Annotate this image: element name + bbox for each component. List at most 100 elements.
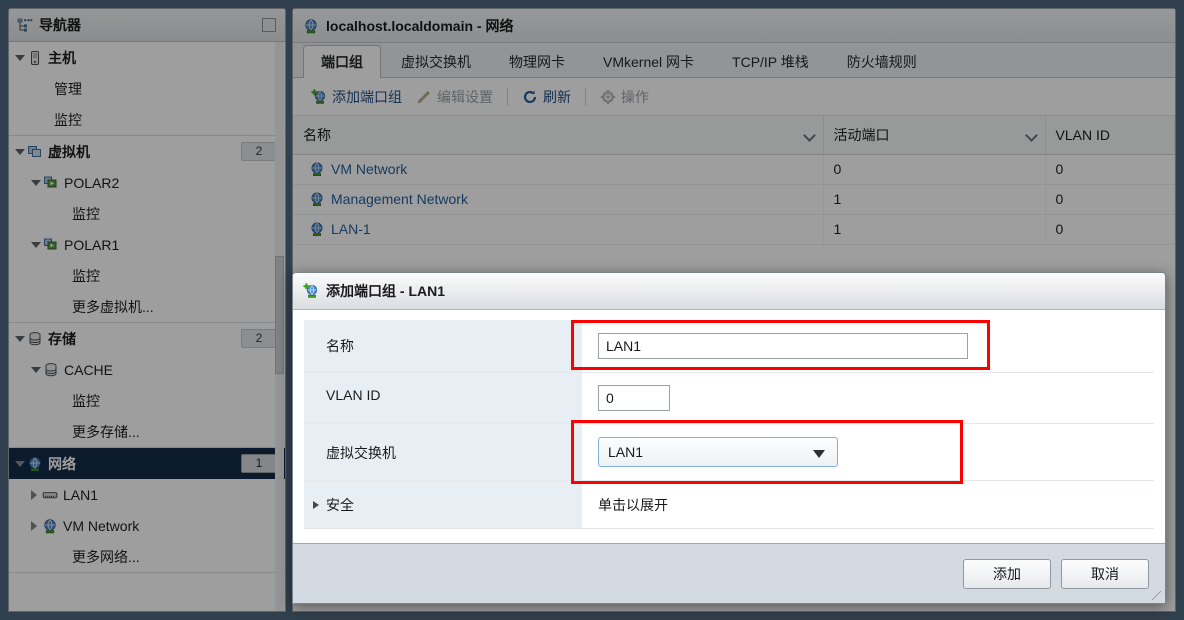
form-row-security[interactable]: 安全 单击以展开 (304, 481, 1154, 529)
vlan-id-input[interactable] (598, 385, 670, 411)
value-security[interactable]: 单击以展开 (582, 481, 1154, 528)
tab-virtual-switches[interactable]: 虚拟交换机 (383, 46, 489, 77)
table-row[interactable]: Management Network 1 0 (293, 184, 1175, 215)
cell-vlan-id: 0 (1045, 154, 1175, 185)
virtual-switch-selected-value: LAN1 (608, 444, 644, 460)
virtual-switch-select[interactable]: LAN1 (598, 437, 838, 467)
name-input[interactable] (598, 333, 968, 359)
navigator-section-storage: 存储 2 CACHE 监控 更多存储... (9, 323, 285, 448)
cell-name-label: VM Network (331, 161, 408, 177)
sidebar-item-more-networks[interactable]: 更多网络... (9, 541, 285, 572)
table-row[interactable]: LAN-1 1 0 (293, 214, 1175, 245)
chevron-down-icon[interactable] (15, 335, 25, 342)
column-header-active-ports[interactable]: 活动端口 (823, 116, 1046, 155)
add-button[interactable]: 添加 (963, 558, 1051, 589)
chevron-down-icon[interactable] (31, 179, 41, 186)
toolbar-separator (585, 87, 586, 106)
tab-port-groups[interactable]: 端口组 (303, 45, 381, 78)
tab-tcpip-stacks[interactable]: TCP/IP 堆栈 (714, 46, 827, 77)
cell-name[interactable]: VM Network (293, 154, 824, 185)
form-row-vlan: VLAN ID (304, 373, 1154, 424)
sidebar-item-monitor-polar2[interactable]: 监控 (9, 198, 285, 229)
vm-group-icon (27, 144, 43, 160)
network-icon (309, 191, 325, 207)
cell-active-ports: 1 (823, 214, 1046, 245)
sidebar-item-more-storage[interactable]: 更多存储... (9, 416, 285, 447)
network-icon (309, 221, 325, 237)
resize-grip-icon[interactable] (1152, 591, 1161, 600)
vm-icon (43, 237, 59, 253)
sidebar-item-cache[interactable]: CACHE (9, 354, 285, 385)
form-row-vswitch: 虚拟交换机 LAN1 (304, 424, 1154, 481)
port-groups-table: 名称 活动端口 VLAN ID VM Network 0 0 Managemen… (293, 116, 1175, 245)
sidebar-item-host[interactable]: 主机 (9, 42, 285, 73)
edit-settings-button[interactable]: 编辑设置 (416, 87, 493, 107)
refresh-button[interactable]: 刷新 (522, 87, 571, 107)
sidebar-item-more-vms[interactable]: 更多虚拟机... (9, 291, 285, 322)
add-port-group-dialog: 添加端口组 - LAN1 名称 VLAN ID 虚拟交换机 LAN1 (292, 272, 1166, 604)
chevron-right-icon[interactable] (31, 489, 37, 500)
cell-active-ports: 1 (823, 184, 1046, 215)
tab-firewall-rules[interactable]: 防火墙规则 (829, 46, 935, 77)
vm-icon (43, 175, 59, 191)
cell-name-label: LAN-1 (331, 221, 371, 237)
label-virtual-switch: 虚拟交换机 (304, 424, 582, 480)
cell-name[interactable]: Management Network (293, 184, 824, 215)
sidebar-item-storage[interactable]: 存储 2 (9, 323, 285, 354)
actions-button[interactable]: 操作 (600, 87, 649, 107)
cell-active-ports: 0 (823, 154, 1046, 185)
dialog-title-bar[interactable]: 添加端口组 - LAN1 (293, 273, 1165, 310)
navigator-panel: 导航器 主机 管理 监控 虚拟机 2 POLAR2 监控 POLAR1 监控 更… (8, 8, 286, 612)
storage-icon (27, 331, 43, 347)
chevron-right-icon[interactable] (31, 520, 37, 531)
sidebar-item-monitor-cache[interactable]: 监控 (9, 385, 285, 416)
sidebar-item-label: 虚拟机 (48, 143, 90, 160)
security-expand-hint: 单击以展开 (598, 496, 668, 513)
sidebar-item-network[interactable]: 网络 1 (9, 448, 285, 479)
network-icon (309, 161, 325, 177)
dialog-body: 名称 VLAN ID 虚拟交换机 LAN1 (293, 310, 1165, 529)
network-icon (27, 456, 43, 472)
cell-vlan-id: 0 (1045, 214, 1175, 245)
actions-label: 操作 (621, 88, 649, 105)
action-toolbar: 添加端口组 编辑设置 刷新 操作 (293, 78, 1175, 116)
chevron-down-icon[interactable] (31, 241, 41, 248)
chevron-down-icon[interactable] (802, 129, 816, 142)
table-header-row: 名称 活动端口 VLAN ID (293, 116, 1175, 155)
tab-physical-nics[interactable]: 物理网卡 (491, 46, 583, 77)
add-portgroup-icon (303, 283, 319, 299)
sidebar-item-vm-network[interactable]: VM Network (9, 510, 285, 541)
sidebar-item-monitor-polar1[interactable]: 监控 (9, 260, 285, 291)
sidebar-item-polar2[interactable]: POLAR2 (9, 167, 285, 198)
chevron-down-icon[interactable] (813, 450, 825, 458)
column-header-name[interactable]: 名称 (293, 116, 824, 155)
chevron-down-icon[interactable] (1024, 129, 1038, 142)
cancel-button[interactable]: 取消 (1061, 558, 1149, 589)
sidebar-item-label: 管理 (54, 80, 82, 97)
sidebar-item-label: 主机 (48, 49, 76, 66)
navigator-section-vms: 虚拟机 2 POLAR2 监控 POLAR1 监控 更多虚拟机... (9, 136, 285, 323)
sidebar-item-virtual-machines[interactable]: 虚拟机 2 (9, 136, 285, 167)
chevron-down-icon[interactable] (15, 148, 25, 155)
table-row[interactable]: VM Network 0 0 (293, 154, 1175, 185)
add-port-group-button[interactable]: 添加端口组 (311, 87, 402, 107)
add-port-group-label: 添加端口组 (332, 88, 402, 105)
sidebar-item-lan1[interactable]: LAN1 (9, 479, 285, 510)
label-name: 名称 (304, 320, 582, 372)
sidebar-item-manage[interactable]: 管理 (9, 73, 285, 104)
chevron-right-icon[interactable] (313, 501, 319, 509)
collapse-panel-icon[interactable] (262, 18, 276, 32)
tab-vmkernel-nics[interactable]: VMkernel 网卡 (585, 46, 712, 77)
navigator-scrollbar[interactable] (275, 42, 284, 611)
chevron-down-icon[interactable] (31, 366, 41, 373)
chevron-down-icon[interactable] (15, 460, 25, 467)
sidebar-item-polar1[interactable]: POLAR1 (9, 229, 285, 260)
navigator-scrollbar-thumb[interactable] (275, 256, 284, 374)
chevron-down-icon[interactable] (15, 54, 25, 61)
gear-icon (600, 89, 616, 105)
column-header-vlan-id[interactable]: VLAN ID (1045, 116, 1175, 155)
sidebar-item-monitor-host[interactable]: 监控 (9, 104, 285, 135)
label-security[interactable]: 安全 (304, 481, 582, 528)
cell-name[interactable]: LAN-1 (293, 214, 824, 245)
toolbar-separator (507, 87, 508, 106)
